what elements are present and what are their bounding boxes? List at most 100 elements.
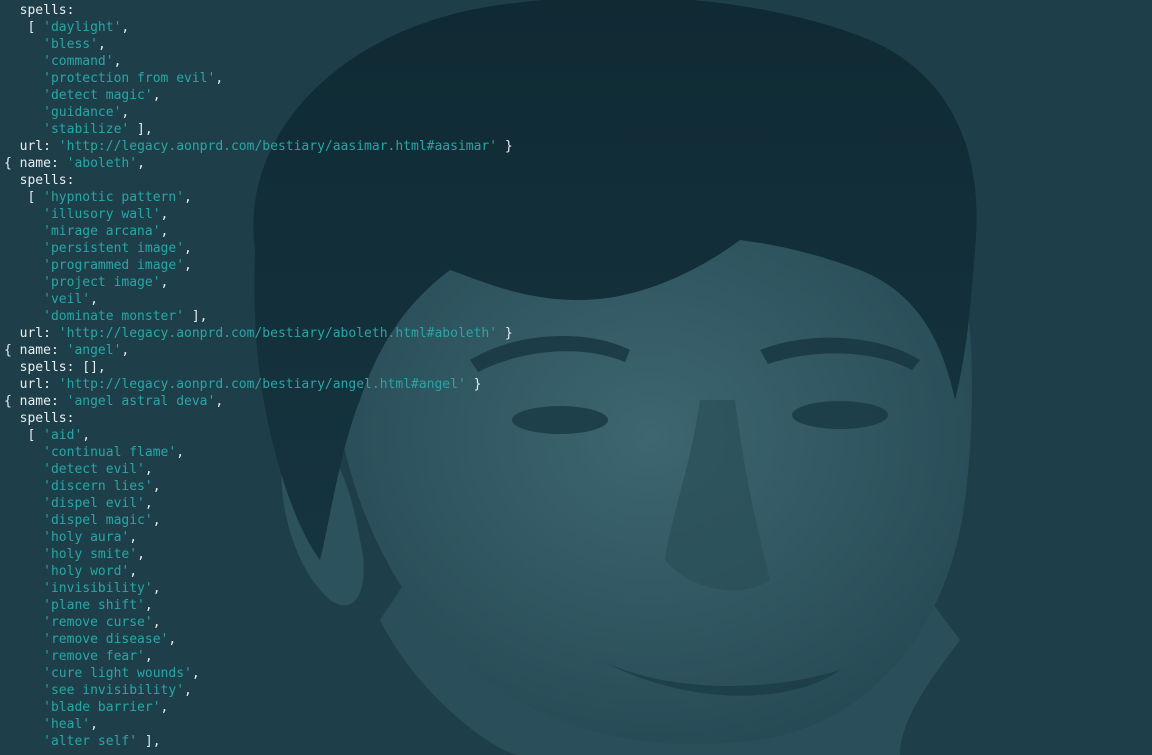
- code-token: { name:: [4, 343, 67, 358]
- output-line: 'dominate monster' ],: [4, 308, 513, 325]
- output-line: 'dispel evil',: [4, 495, 513, 512]
- code-token: url:: [4, 326, 59, 341]
- string-token: 'persistent image': [43, 241, 185, 256]
- string-token: 'holy aura': [43, 530, 130, 545]
- code-token: ,: [97, 37, 106, 52]
- output-line: 'mirage arcana',: [4, 223, 513, 240]
- code-token: ,: [137, 156, 145, 171]
- output-line: 'remove fear',: [4, 648, 513, 665]
- string-token: 'daylight': [43, 20, 122, 35]
- string-token: 'bless': [43, 37, 98, 52]
- string-token: 'continual flame': [43, 445, 177, 460]
- string-token: 'holy word': [43, 564, 130, 579]
- output-line: spells:: [4, 2, 513, 19]
- output-line: 'stabilize' ],: [4, 121, 513, 138]
- string-token: 'illusory wall': [43, 207, 161, 222]
- code-token: spells:: [4, 3, 75, 18]
- output-line: 'see invisibility',: [4, 682, 513, 699]
- code-token: ,: [152, 88, 161, 103]
- code-token: ,: [215, 394, 224, 409]
- code-token: ,: [137, 547, 145, 562]
- string-token: 'blade barrier': [43, 700, 161, 715]
- string-token: 'angel': [66, 343, 122, 358]
- output-line: 'holy aura',: [4, 529, 513, 546]
- string-token: 'heal': [43, 717, 91, 732]
- code-token: ,: [144, 649, 153, 664]
- output-line: spells:: [4, 410, 513, 427]
- code-token: ,: [184, 241, 192, 256]
- code-token: spells:: [4, 411, 75, 426]
- code-token: ,: [121, 105, 130, 120]
- string-token: 'remove curse': [43, 615, 153, 630]
- string-token: 'alter self': [43, 734, 138, 749]
- code-token: spells: [],: [4, 360, 106, 375]
- string-token: 'protection from evil': [43, 71, 216, 86]
- output-line: spells:: [4, 172, 513, 189]
- string-token: 'hypnotic pattern': [43, 190, 185, 205]
- code-token: ,: [121, 20, 130, 35]
- output-line: 'holy smite',: [4, 546, 513, 563]
- output-line: 'discern lies',: [4, 478, 513, 495]
- output-line: 'guidance',: [4, 104, 513, 121]
- string-token: 'aid': [43, 428, 83, 443]
- output-line: 'programmed image',: [4, 257, 513, 274]
- code-token: ,: [144, 462, 153, 477]
- code-token: }: [497, 326, 513, 341]
- code-token: url:: [4, 377, 59, 392]
- string-token: 'detect magic': [43, 88, 153, 103]
- code-token: [: [4, 428, 44, 443]
- output-line: 'continual flame',: [4, 444, 513, 461]
- code-token: { name:: [4, 156, 67, 171]
- string-token: 'programmed image': [43, 258, 185, 273]
- output-line: url: 'http://legacy.aonprd.com/bestiary/…: [4, 325, 513, 342]
- string-token: 'project image': [43, 275, 161, 290]
- code-token: ,: [160, 700, 169, 715]
- string-token: 'plane shift': [43, 598, 145, 613]
- output-line: 'heal',: [4, 716, 513, 733]
- string-token: 'holy smite': [43, 547, 138, 562]
- output-line: 'project image',: [4, 274, 513, 291]
- code-token: ,: [184, 258, 192, 273]
- output-line: spells: [],: [4, 359, 513, 376]
- terminal-window[interactable]: spells: [ 'daylight', 'bless', 'command'…: [0, 0, 1152, 755]
- output-line: [ 'daylight',: [4, 19, 513, 36]
- string-token: 'guidance': [43, 105, 122, 120]
- code-token: ],: [184, 309, 208, 324]
- string-token: 'http://legacy.aonprd.com/bestiary/angel…: [58, 377, 466, 392]
- string-token: 'remove fear': [43, 649, 145, 664]
- code-token: ,: [176, 445, 185, 460]
- code-token: ,: [113, 54, 122, 69]
- code-token: }: [497, 139, 513, 154]
- code-token: ,: [184, 683, 192, 698]
- output-line: { name: 'angel',: [4, 342, 513, 359]
- string-token: 'mirage arcana': [43, 224, 161, 239]
- output-line: 'holy word',: [4, 563, 513, 580]
- output-line: 'invisibility',: [4, 580, 513, 597]
- code-token: ,: [144, 496, 153, 511]
- code-token: [: [4, 190, 44, 205]
- string-token: 'veil': [43, 292, 91, 307]
- output-line: 'plane shift',: [4, 597, 513, 614]
- output-line: 'illusory wall',: [4, 206, 513, 223]
